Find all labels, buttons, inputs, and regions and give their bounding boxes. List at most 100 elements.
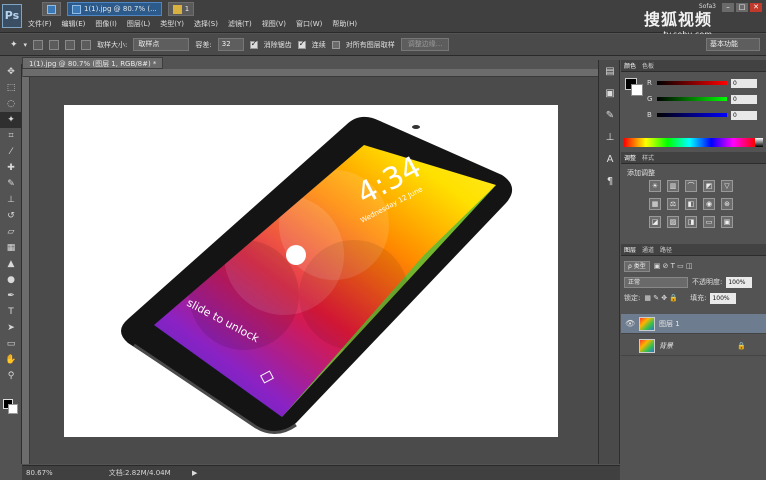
photo-filter-icon[interactable]: ◉ (703, 198, 715, 210)
intersect-selection-icon[interactable] (81, 39, 92, 50)
maximize-icon[interactable]: □ (736, 3, 748, 12)
menu-edit[interactable]: 编辑(E) (62, 19, 86, 29)
document-canvas[interactable]: 4:34 Wednesday 12 June slide to unlock (64, 105, 558, 437)
close-icon[interactable]: ✕ (750, 3, 762, 12)
marquee-tool-icon[interactable]: ⬚ (0, 80, 22, 96)
brush-tool-icon[interactable]: ✎ (0, 176, 22, 192)
slider-g[interactable] (657, 97, 727, 101)
eyedropper-tool-icon[interactable]: ⁄ (0, 144, 22, 160)
hand-tool-icon[interactable]: ✋ (0, 352, 22, 368)
healing-tool-icon[interactable]: ✚ (0, 160, 22, 176)
balance-icon[interactable]: ⚖ (667, 198, 679, 210)
background-color-chip[interactable] (631, 84, 643, 96)
subtract-selection-icon[interactable] (65, 39, 76, 50)
stamp-tool-icon[interactable]: ⊥ (0, 192, 22, 208)
menu-layer[interactable]: 图层(L) (127, 19, 150, 29)
curves-icon[interactable]: ⌒ (685, 180, 697, 192)
menu-image[interactable]: 图像(I) (95, 19, 117, 29)
threshold-icon[interactable]: ◨ (685, 216, 697, 228)
character-panel-icon[interactable]: A (599, 148, 621, 170)
play-arrow-icon[interactable]: ▶ (192, 469, 197, 477)
tab-channels[interactable]: 通道 (642, 245, 654, 254)
tab-color[interactable]: 颜色 (624, 61, 636, 70)
new-selection-icon[interactable] (33, 39, 44, 50)
layer-name[interactable]: 背景 (659, 341, 673, 351)
workspace-select[interactable]: 基本功能 (706, 38, 760, 51)
fill-input[interactable]: 100% (710, 292, 737, 304)
menu-help[interactable]: 帮助(H) (332, 19, 357, 29)
lasso-tool-icon[interactable]: ◌ (0, 96, 22, 112)
chevron-down-icon[interactable]: ▾ (24, 41, 28, 49)
brightness-icon[interactable]: ☀ (649, 180, 661, 192)
pen-tool-icon[interactable]: ✒ (0, 288, 22, 304)
menu-window[interactable]: 窗口(W) (296, 19, 322, 29)
selective-color-icon[interactable]: ▣ (721, 216, 733, 228)
tab-layers[interactable]: 图层 (624, 245, 636, 254)
tolerance-input[interactable]: 32 (217, 38, 244, 51)
gradient-map-icon[interactable]: ▭ (703, 216, 715, 228)
zoom-level[interactable]: 80.67% (26, 469, 53, 477)
layer-row-1[interactable]: 👁 图层 1 (621, 314, 766, 334)
move-tool-icon[interactable]: ✥ (0, 64, 22, 80)
clone-panel-icon[interactable]: ⊥ (599, 126, 621, 148)
menu-type[interactable]: 类型(Y) (160, 19, 184, 29)
layer-filter-select[interactable]: ρ 类型 (624, 260, 650, 272)
slider-b[interactable] (657, 113, 727, 117)
color-spectrum[interactable] (624, 138, 755, 147)
invert-icon[interactable]: ◪ (649, 216, 661, 228)
contiguous-checkbox[interactable] (297, 39, 306, 49)
sample-all-checkbox[interactable] (331, 40, 340, 49)
value-g[interactable]: 0 (731, 94, 757, 104)
title-tab-document[interactable]: 1(1).jpg @ 80.7% (... (67, 2, 162, 16)
slider-r[interactable] (657, 81, 727, 85)
blur-tool-icon[interactable]: ▲ (0, 256, 22, 272)
paragraph-panel-icon[interactable]: ¶ (599, 170, 621, 192)
history-panel-icon[interactable]: ▤ (599, 60, 621, 82)
canvas-area[interactable]: 4:34 Wednesday 12 June slide to unlock (30, 77, 598, 464)
gradient-tool-icon[interactable]: ▦ (0, 240, 22, 256)
sample-size-select[interactable]: 取样点 (133, 38, 190, 51)
menu-view[interactable]: 视图(V) (262, 19, 286, 29)
magic-wand-icon[interactable]: ✦ (10, 40, 18, 50)
crop-tool-icon[interactable]: ⌗ (0, 128, 22, 144)
eye-icon[interactable]: 👁 (625, 319, 635, 328)
menu-select[interactable]: 选择(S) (194, 19, 218, 29)
vibrance-icon[interactable]: ▽ (721, 180, 733, 192)
bw-icon[interactable]: ◧ (685, 198, 697, 210)
add-selection-icon[interactable] (49, 39, 60, 50)
levels-icon[interactable]: ▥ (667, 180, 679, 192)
menu-file[interactable]: 文件(F) (28, 19, 52, 29)
lock-icons[interactable]: ▦ ✎ ✥ 🔒 (644, 294, 678, 302)
value-b[interactable]: 0 (731, 110, 757, 120)
exposure-icon[interactable]: ◩ (703, 180, 715, 192)
filter-icons[interactable]: ▣ ⊘ T ▭ ◫ (654, 262, 693, 270)
minimize-icon[interactable]: – (722, 3, 734, 12)
brush-panel-icon[interactable]: ✎ (599, 104, 621, 126)
opacity-input[interactable]: 100% (726, 276, 753, 288)
eraser-tool-icon[interactable]: ▱ (0, 224, 22, 240)
background-color-swatch[interactable] (8, 404, 18, 414)
title-tab-folder[interactable]: 1 (167, 2, 195, 16)
mixer-icon[interactable]: ⊛ (721, 198, 733, 210)
tab-adjustments[interactable]: 调整 (624, 153, 636, 162)
refine-edge-button[interactable]: 调整边缘... (400, 38, 450, 51)
posterize-icon[interactable]: ▨ (667, 216, 679, 228)
path-select-icon[interactable]: ➤ (0, 320, 22, 336)
zoom-tool-icon[interactable]: ⚲ (0, 368, 22, 384)
spectrum-bw[interactable] (755, 138, 763, 147)
tab-swatches[interactable]: 色板 (642, 61, 654, 70)
taskbar-minibridge[interactable] (42, 2, 61, 16)
dodge-tool-icon[interactable]: ● (0, 272, 22, 288)
hue-icon[interactable]: ▦ (649, 198, 661, 210)
document-tab[interactable]: 1(1).jpg @ 80.7% (图层 1, RGB/8#) * (22, 57, 164, 69)
magic-wand-tool-icon[interactable]: ✦ (0, 112, 22, 128)
shape-tool-icon[interactable]: ▭ (0, 336, 22, 352)
tab-styles[interactable]: 样式 (642, 153, 654, 162)
antialias-checkbox[interactable] (249, 39, 258, 49)
history-brush-icon[interactable]: ↺ (0, 208, 22, 224)
layer-row-background[interactable]: 背景 🔒 (621, 336, 766, 356)
value-r[interactable]: 0 (731, 78, 757, 88)
blend-mode-select[interactable]: 正常 (624, 276, 688, 288)
tab-paths[interactable]: 路径 (660, 245, 672, 254)
layer-name[interactable]: 图层 1 (659, 319, 680, 329)
